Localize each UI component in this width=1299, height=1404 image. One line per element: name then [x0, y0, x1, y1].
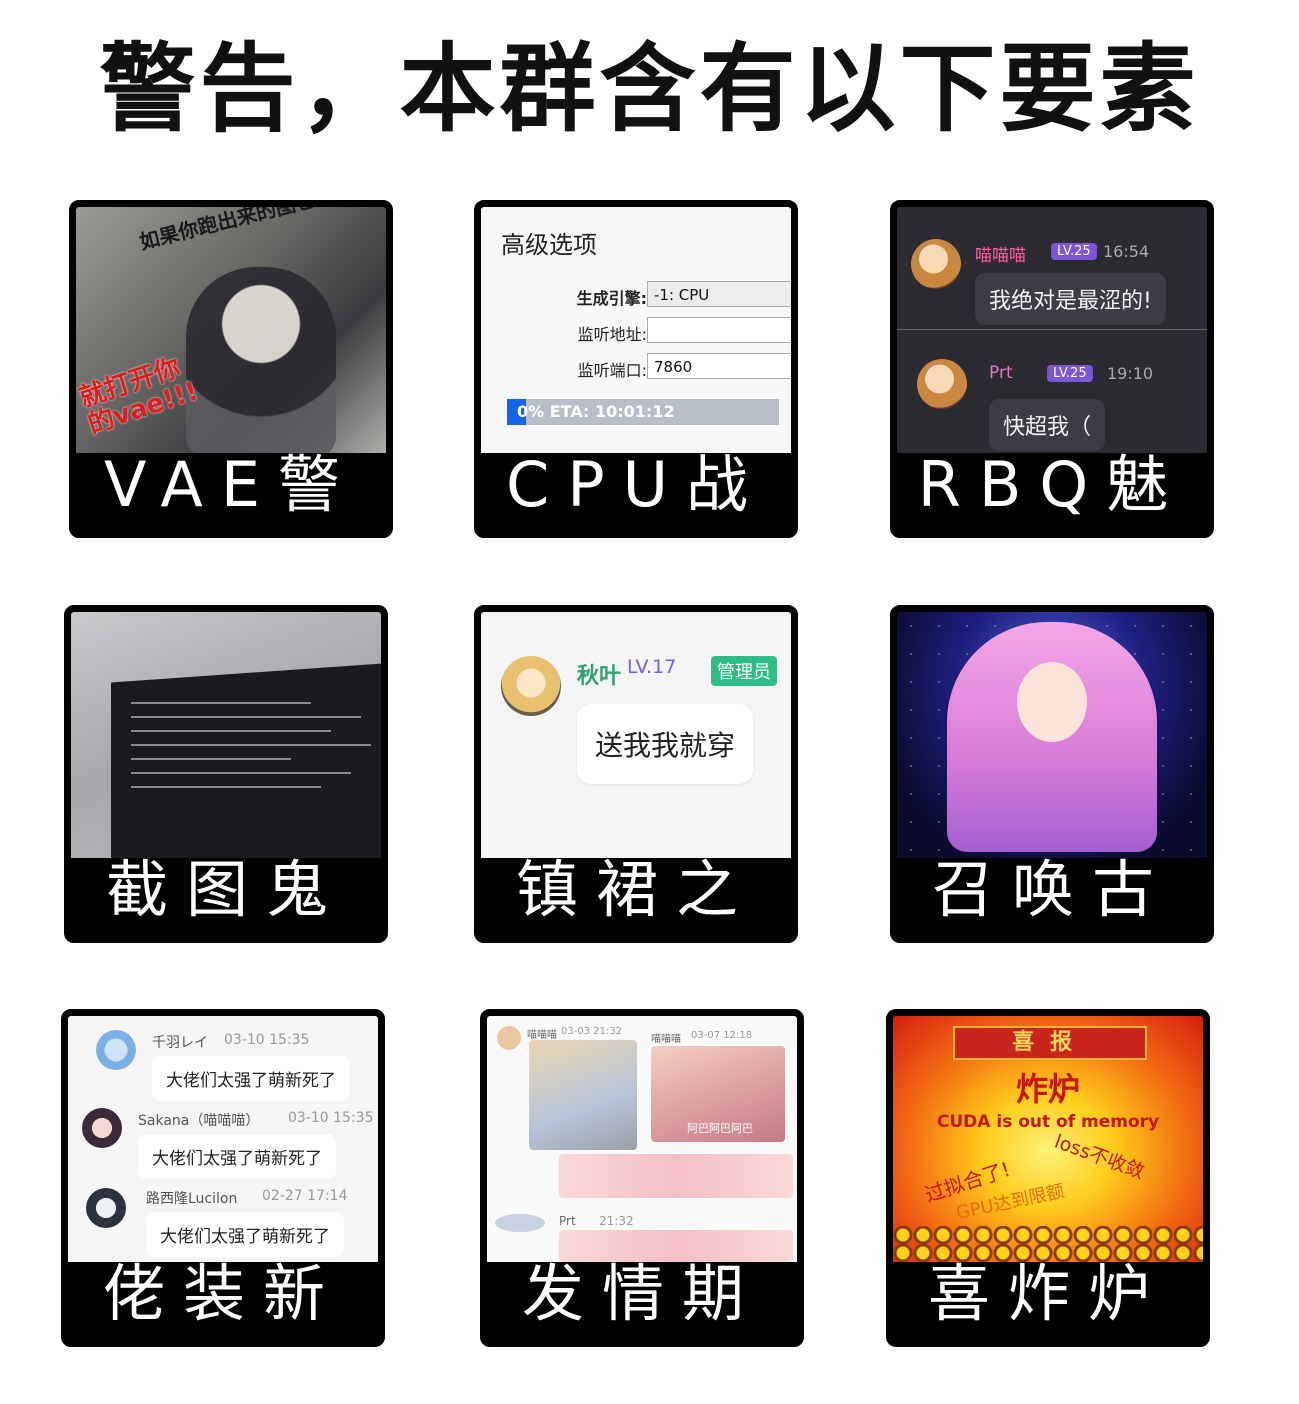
- card-caption: RBQ魅魔: [917, 448, 1187, 531]
- user-name: 路西隆Lucilon: [146, 1191, 238, 1207]
- card-rbq: 喵喵喵 LV.25 16:54 我绝对是最涩的! Prt LV.25 19:10…: [890, 200, 1214, 538]
- message-bubble: 快超我（: [989, 399, 1106, 451]
- level-badge: LV.25: [1051, 243, 1097, 260]
- user-name: Sakana（喵喵喵）: [138, 1113, 260, 1129]
- user-name: Prt: [989, 363, 1013, 383]
- image-caption: 阿巴阿巴阿巴: [687, 1122, 753, 1135]
- card-caption: 截图鬼才: [105, 853, 346, 936]
- message-bubble: 送我我就穿: [577, 704, 754, 784]
- user-name: 喵喵喵: [527, 1030, 557, 1041]
- anime-face: [1017, 662, 1087, 742]
- settings-row: 监听端口:: [561, 357, 647, 381]
- image-red-text: 就打开你 的vae!!!: [76, 352, 202, 441]
- message-time: 03-10 15:35: [224, 1032, 310, 1048]
- message-bubble: 大佬们太强了萌新死了: [146, 1212, 344, 1257]
- card-caption: 喜炸炉: [927, 1257, 1168, 1330]
- admin-badge: 管理员: [711, 656, 777, 686]
- image-text: 如果你跑出来的图它像这样: [136, 207, 376, 255]
- card-image: 秋叶 LV.17 管理员 送我我就穿: [481, 612, 791, 858]
- anime-figure: [186, 267, 336, 453]
- card-image: [71, 612, 381, 858]
- divider: [897, 329, 1207, 330]
- panel-heading: 高级选项: [501, 231, 597, 259]
- user-name: 秋叶: [577, 664, 622, 689]
- card-caption: 召唤古神: [931, 853, 1172, 936]
- chat-image: [529, 1040, 637, 1150]
- level-badge: LV.25: [1047, 365, 1093, 382]
- progress-text: 0% ETA: 10:01:12: [517, 402, 675, 421]
- card-image: 千羽レイ 03-10 15:35 大佬们太强了萌新死了 Sakana（喵喵喵） …: [68, 1016, 378, 1262]
- message-time: 03-07 12:18: [691, 1030, 753, 1041]
- row-label: 监听地址:: [577, 325, 647, 344]
- message-time: 02-27 17:14: [262, 1188, 348, 1204]
- listen-port-input[interactable]: 7860: [647, 353, 791, 379]
- page-title: 警告，本群含有以下要素: [99, 33, 1200, 145]
- card-caption: VAE警察: [103, 448, 359, 531]
- poster-text: CUDA is out of memory: [936, 1112, 1160, 1132]
- avatar: [82, 1108, 122, 1148]
- user-name: Prt: [559, 1214, 576, 1228]
- avatar: [501, 656, 561, 716]
- terminal-line: [131, 730, 331, 732]
- card-image: 如果你跑出来的图它像这样 就打开你 的vae!!!: [76, 207, 386, 453]
- message-bubble: 大佬们太强了萌新死了: [152, 1056, 350, 1101]
- row-label: 监听端口:: [577, 361, 647, 380]
- poster-text: loss不收敛: [1051, 1130, 1148, 1184]
- card-cpu-warrior: 高级选项 生成引擎: -1: CPU 监听地址: 监听端口: 7860 0% E…: [474, 200, 798, 538]
- terminal-line: [131, 702, 311, 704]
- card-pretend-newbie: 千羽レイ 03-10 15:35 大佬们太强了萌新死了 Sakana（喵喵喵） …: [61, 1009, 385, 1347]
- row-label: 生成引擎:: [576, 289, 647, 308]
- message-time: 19:10: [1107, 364, 1154, 383]
- card-happy-crash: 喜报 炸炉 CUDA is out of memory 过拟合了! loss不收…: [886, 1009, 1210, 1347]
- listen-address-input[interactable]: [647, 317, 791, 343]
- level-badge: LV.17: [627, 656, 677, 678]
- card-image: 喵喵喵 LV.25 16:54 我绝对是最涩的! Prt LV.25 19:10…: [897, 207, 1207, 453]
- engine-select[interactable]: -1: CPU: [647, 281, 791, 307]
- card-caption: 佬装新: [102, 1257, 343, 1330]
- card-vae-police: 如果你跑出来的图它像这样 就打开你 的vae!!! VAE警察: [69, 200, 393, 538]
- terminal-line: [131, 758, 291, 760]
- card-heat-period: 喵喵喵 03-03 21:32 喵喵喵 03-07 12:18 阿巴阿巴阿巴 P…: [480, 1009, 804, 1347]
- user-name: 千羽レイ: [152, 1035, 208, 1051]
- avatar: [495, 1214, 545, 1232]
- avatar: [497, 1026, 521, 1050]
- message-time: 03-03 21:32: [561, 1026, 623, 1037]
- user-name: 喵喵喵: [975, 246, 1026, 266]
- card-caption: 发情期: [521, 1257, 762, 1330]
- card-skirt-treasure: 秋叶 LV.17 管理员 送我我就穿 镇裙之宝: [474, 605, 798, 943]
- settings-row: 监听地址:: [561, 321, 647, 345]
- card-image: 喵喵喵 03-03 21:32 喵喵喵 03-07 12:18 阿巴阿巴阿巴 P…: [487, 1016, 797, 1262]
- avatar: [96, 1030, 136, 1070]
- message-time: 03-10 15:35: [288, 1110, 374, 1126]
- banner: 喜报: [953, 1026, 1147, 1060]
- avatar: [911, 239, 961, 289]
- card-caption: 镇裙之宝: [515, 853, 756, 936]
- avatar: [917, 359, 967, 409]
- terminal-line: [131, 786, 321, 788]
- user-name: 喵喵喵: [651, 1034, 681, 1045]
- message-time: 21:32: [599, 1214, 634, 1228]
- message-time: 16:54: [1103, 242, 1150, 261]
- card-caption: CPU战士: [505, 448, 767, 531]
- headline: 炸炉: [1015, 1070, 1080, 1108]
- terminal-line: [131, 716, 361, 718]
- progress-bar: 0% ETA: 10:01:12: [507, 399, 779, 425]
- card-image: 喜报 炸炉 CUDA is out of memory 过拟合了! loss不收…: [893, 1016, 1203, 1262]
- card-image: [897, 612, 1207, 858]
- settings-row: 生成引擎:: [561, 285, 647, 309]
- terminal-line: [131, 772, 351, 774]
- chat-image: [559, 1154, 793, 1198]
- card-summon-elder-god: 召唤古神: [890, 605, 1214, 943]
- terminal-line: [131, 744, 371, 746]
- avatar: [86, 1188, 126, 1228]
- card-screenshot-genius: 截图鬼才: [64, 605, 388, 943]
- message-bubble: 我绝对是最涩的!: [975, 273, 1166, 325]
- message-bubble: 大佬们太强了萌新死了: [138, 1134, 336, 1179]
- card-image: 高级选项 生成引擎: -1: CPU 监听地址: 监听端口: 7860 0% E…: [481, 207, 791, 453]
